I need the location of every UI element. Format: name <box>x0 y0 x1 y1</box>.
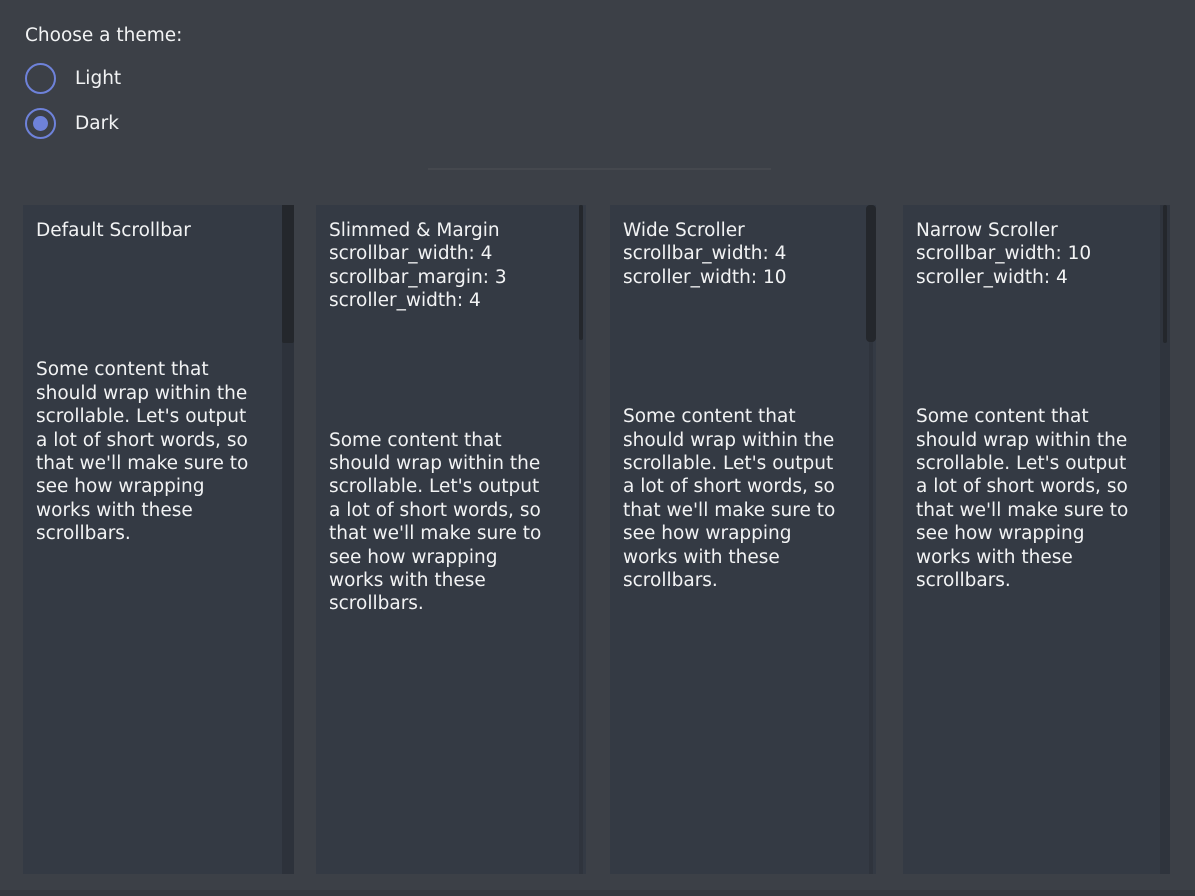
theme-option-dark-label: Dark <box>75 112 119 135</box>
panel-config-line: scrollbar_width: 10 <box>916 242 1144 265</box>
panel-header: Default Scrollbar <box>36 219 268 242</box>
paragraph-line: scrollbars. <box>916 569 1144 592</box>
section-divider <box>428 168 771 170</box>
paragraph-line: that we'll make sure to <box>623 499 850 522</box>
paragraph-line: should wrap within the <box>329 452 560 475</box>
paragraph-line: scrollable. Let's output <box>916 452 1144 475</box>
panel-config-line: scroller_width: 4 <box>329 289 560 312</box>
paragraph-line: works with these <box>36 499 268 522</box>
paragraph-line: scrollbars. <box>36 522 268 545</box>
paragraph-line: a lot of short words, so <box>916 475 1144 498</box>
paragraph-line: works with these <box>623 546 850 569</box>
panel-narrow-scroller: Narrow Scrollerscrollbar_width: 10scroll… <box>903 205 1170 874</box>
panel-header: Narrow Scrollerscrollbar_width: 10scroll… <box>916 219 1144 289</box>
panel-paragraph: Some content thatshould wrap within thes… <box>36 358 268 545</box>
scrollbar-thumb[interactable] <box>866 205 876 342</box>
panel-title: Default Scrollbar <box>36 219 268 242</box>
panel-title: Narrow Scroller <box>916 219 1144 242</box>
panel-paragraph: Some content thatshould wrap within thes… <box>329 429 560 616</box>
panel-config-line: scrollbar_width: 4 <box>329 242 560 265</box>
panel-paragraph: Some content thatshould wrap within thes… <box>916 405 1144 592</box>
scrollbar-thumb[interactable] <box>579 205 583 340</box>
paragraph-line: scrollbars. <box>623 569 850 592</box>
paragraph-line: works with these <box>329 569 560 592</box>
panel-config-line: scrollbar_width: 4 <box>623 242 850 265</box>
paragraph-line: see how wrapping <box>329 546 560 569</box>
scrollbar-thumb[interactable] <box>1163 205 1167 343</box>
paragraph-line: Some content that <box>916 405 1144 428</box>
page-bottom-scrollbar-gutter <box>0 890 1195 896</box>
theme-option-light[interactable]: Light <box>25 62 182 94</box>
radio-dark-icon[interactable] <box>25 108 56 139</box>
radio-dot <box>33 116 48 131</box>
paragraph-line: Some content that <box>329 429 560 452</box>
scrollbar-thumb[interactable] <box>282 205 294 343</box>
paragraph-line: should wrap within the <box>916 429 1144 452</box>
paragraph-line: Some content that <box>623 405 850 428</box>
paragraph-line: scrollable. Let's output <box>623 452 850 475</box>
panel-config-line: scrollbar_margin: 3 <box>329 266 560 289</box>
paragraph-line: Some content that <box>36 358 268 381</box>
panel-wide-scroller: Wide Scrollerscrollbar_width: 4scroller_… <box>610 205 876 874</box>
theme-chooser: Choose a theme: Light Dark <box>25 24 182 152</box>
theme-chooser-label: Choose a theme: <box>25 24 182 47</box>
paragraph-line: a lot of short words, so <box>623 475 850 498</box>
paragraph-line: works with these <box>916 546 1144 569</box>
paragraph-line: see how wrapping <box>623 522 850 545</box>
paragraph-line: that we'll make sure to <box>36 452 268 475</box>
panel-title: Slimmed & Margin <box>329 219 560 242</box>
paragraph-line: scrollbars. <box>329 592 560 615</box>
panel-paragraph: Some content thatshould wrap within thes… <box>623 405 850 592</box>
radio-light-icon[interactable] <box>25 63 56 94</box>
paragraph-line: that we'll make sure to <box>916 499 1144 522</box>
paragraph-line: see how wrapping <box>916 522 1144 545</box>
panel-config-line: scroller_width: 4 <box>916 266 1144 289</box>
paragraph-line: see how wrapping <box>36 475 268 498</box>
panel-title: Wide Scroller <box>623 219 850 242</box>
panel-config-line: scroller_width: 10 <box>623 266 850 289</box>
paragraph-line: scrollable. Let's output <box>329 475 560 498</box>
radio-dot <box>33 71 48 86</box>
panel-slimmed-and-margin: Slimmed & Marginscrollbar_width: 4scroll… <box>316 205 586 874</box>
panel-default-scrollbar: Default Scrollbar Some content thatshoul… <box>23 205 294 874</box>
theme-option-dark[interactable]: Dark <box>25 107 182 139</box>
paragraph-line: that we'll make sure to <box>329 522 560 545</box>
paragraph-line: a lot of short words, so <box>36 429 268 452</box>
panel-header: Slimmed & Marginscrollbar_width: 4scroll… <box>329 219 560 313</box>
panels-row: Default Scrollbar Some content thatshoul… <box>0 205 1195 874</box>
paragraph-line: scrollable. Let's output <box>36 405 268 428</box>
paragraph-line: should wrap within the <box>36 382 268 405</box>
theme-option-light-label: Light <box>75 67 121 90</box>
panel-header: Wide Scrollerscrollbar_width: 4scroller_… <box>623 219 850 289</box>
paragraph-line: a lot of short words, so <box>329 499 560 522</box>
scrollbar-demo-page: Choose a theme: Light Dark Default Scrol… <box>0 0 1195 896</box>
paragraph-line: should wrap within the <box>623 429 850 452</box>
